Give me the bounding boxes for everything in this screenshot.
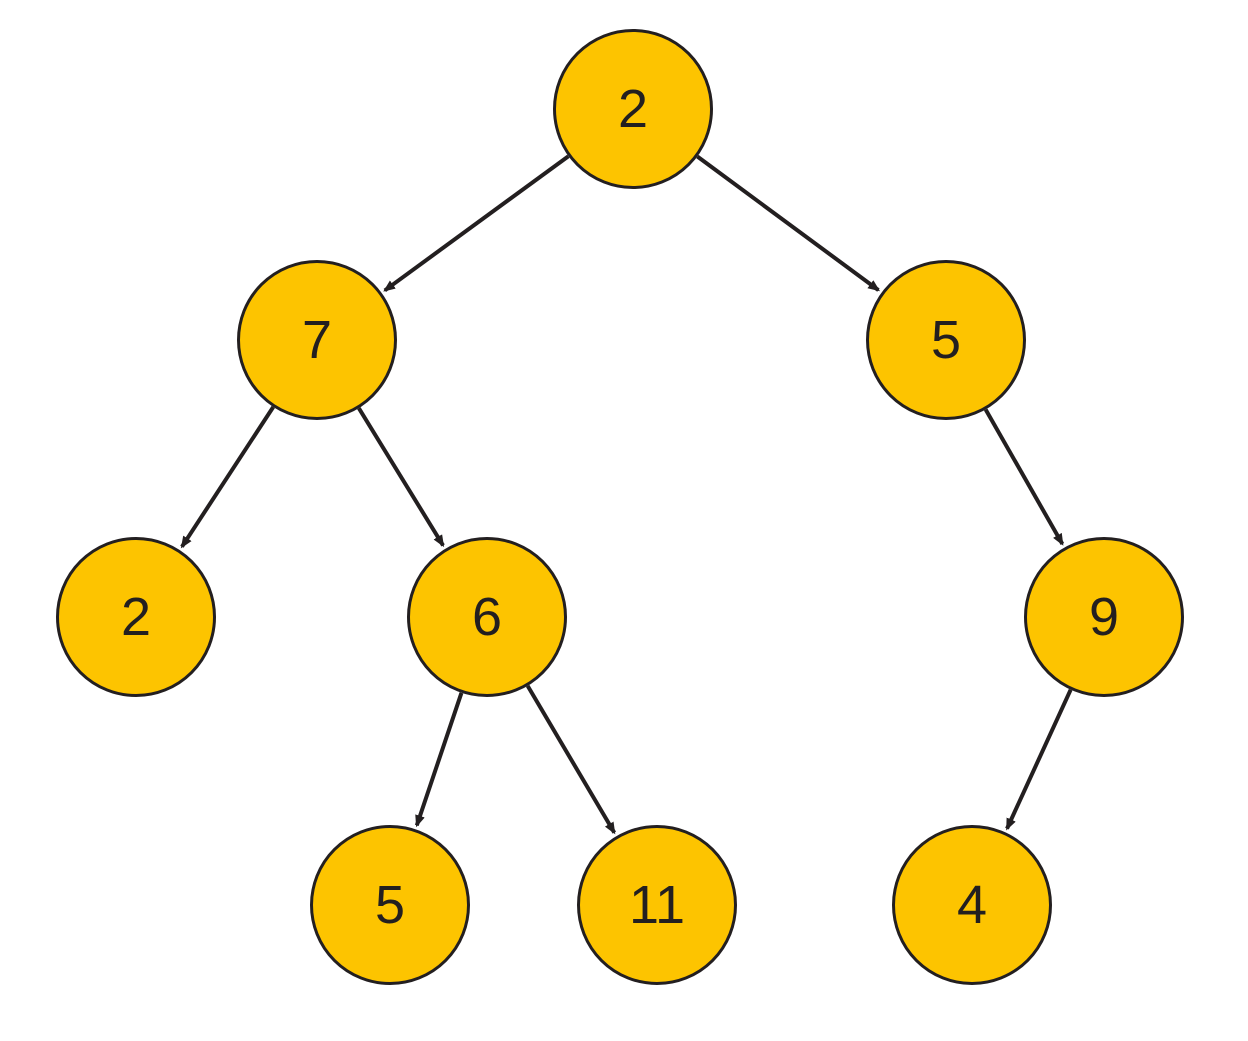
tree-edge — [986, 409, 1063, 544]
tree-node-9: 9 — [1024, 537, 1184, 697]
tree-edge — [1007, 690, 1071, 829]
tree-node-5b: 5 — [310, 825, 470, 985]
binary-tree-diagram: 2 7 5 2 6 9 5 11 4 — [0, 0, 1248, 1041]
tree-node-5: 5 — [866, 260, 1026, 420]
tree-node-11: 11 — [577, 825, 737, 985]
tree-node-2: 2 — [56, 537, 216, 697]
tree-node-7: 7 — [237, 260, 397, 420]
tree-edge — [697, 157, 878, 291]
tree-edge — [417, 693, 462, 826]
tree-edge — [528, 686, 615, 833]
tree-edge — [359, 408, 443, 545]
tree-edge — [385, 156, 569, 290]
tree-node-root: 2 — [553, 29, 713, 189]
tree-node-6: 6 — [407, 537, 567, 697]
tree-node-4: 4 — [892, 825, 1052, 985]
tree-edge — [182, 407, 273, 547]
